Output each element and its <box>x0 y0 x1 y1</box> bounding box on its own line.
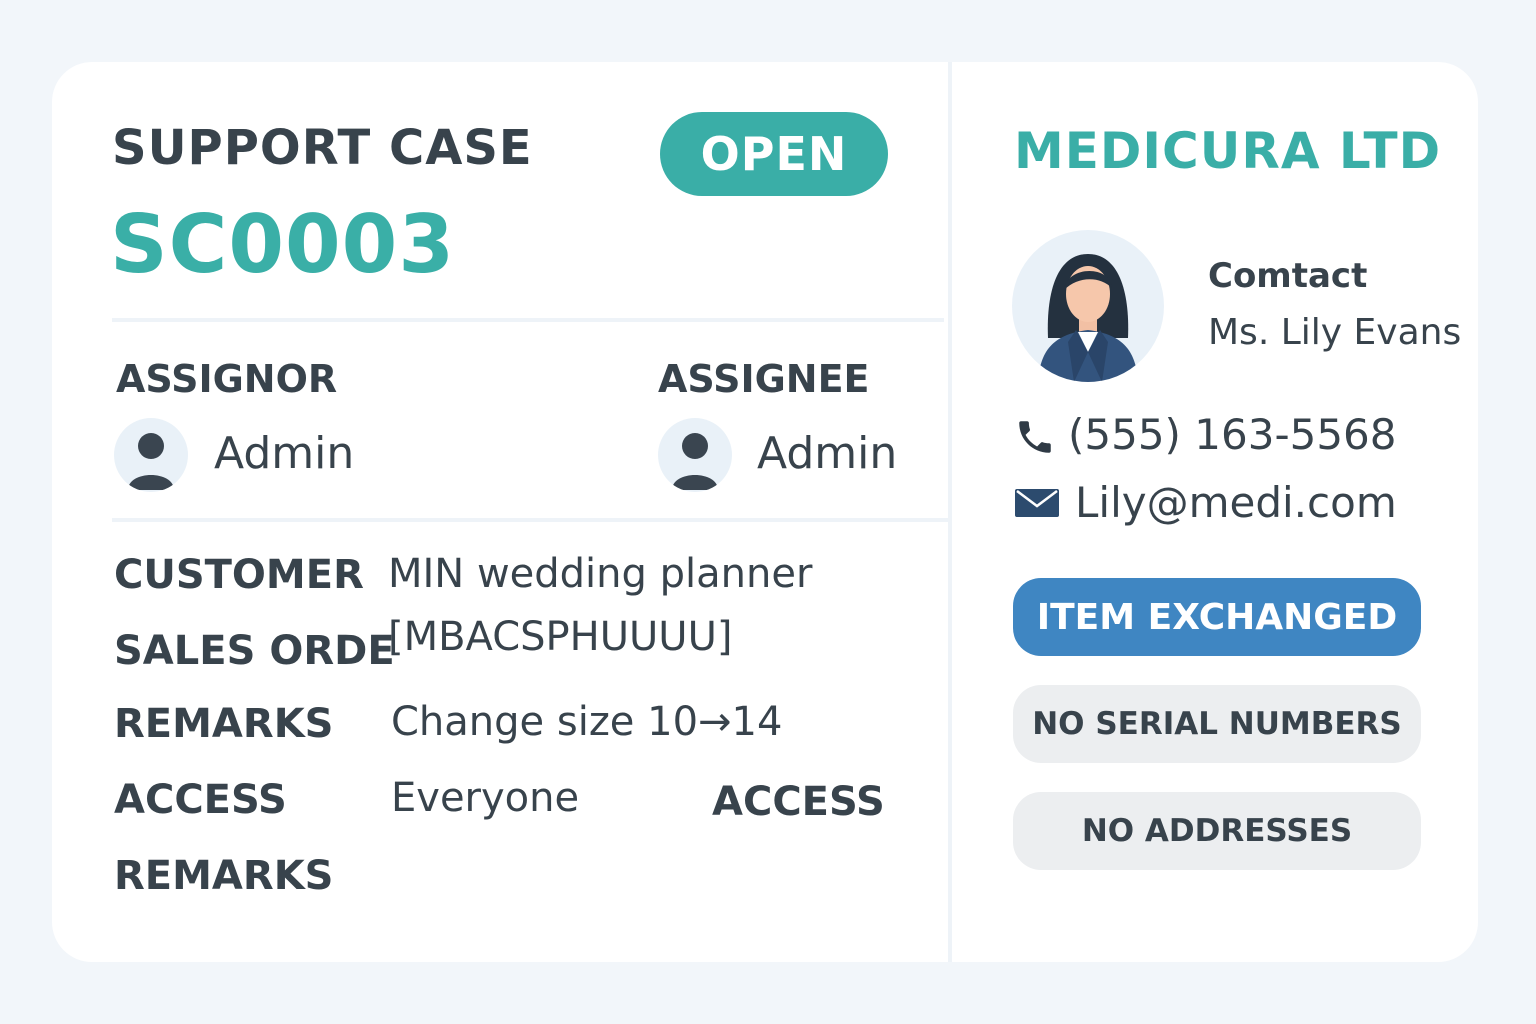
access-value[interactable]: Everyone <box>391 775 579 821</box>
no-addresses-tag[interactable]: NO ADDRESSES <box>1013 792 1421 870</box>
assignee-name[interactable]: Admin <box>757 428 897 479</box>
user-icon <box>128 433 174 490</box>
access-label: ACCESS <box>114 777 287 823</box>
access-label-right: ACCESS <box>712 779 885 825</box>
woman-avatar-icon <box>1038 254 1138 382</box>
remarks-label: REMARKS <box>114 701 334 747</box>
people-divider <box>112 518 948 522</box>
assignor-avatar[interactable] <box>114 418 188 492</box>
contact-email[interactable]: Lily@medi.com <box>1075 478 1397 527</box>
item-exchanged-tag[interactable]: ITEM EXCHANGED <box>1013 578 1421 656</box>
customer-label: CUSTOMER <box>114 552 364 598</box>
assignee-heading: ASSIGNEE <box>658 357 870 401</box>
remarks-label-secondary: REMARKS <box>114 853 334 899</box>
envelope-icon <box>1014 488 1060 518</box>
contact-avatar <box>1012 230 1164 382</box>
case-type-label: SUPPORT CASE <box>112 120 533 176</box>
company-name: MEDICURA LTD <box>1014 122 1442 180</box>
user-icon <box>672 433 718 490</box>
sales-order-label: SALES ORDE <box>114 628 395 674</box>
status-badge[interactable]: OPEN <box>660 112 888 196</box>
contact-label: Comtact <box>1208 256 1368 296</box>
case-id: SC0003 <box>110 198 455 291</box>
header-divider <box>112 318 944 322</box>
contact-name[interactable]: Ms. Lily Evans <box>1208 312 1461 353</box>
phone-icon <box>1014 416 1056 458</box>
assignor-heading: ASSIGNOR <box>116 357 338 401</box>
no-serial-numbers-tag[interactable]: NO SERIAL NUMBERS <box>1013 685 1421 763</box>
assignor-name[interactable]: Admin <box>214 428 354 479</box>
sales-order-value[interactable]: [MBACSPHUUUU] <box>388 614 732 660</box>
assignee-avatar[interactable] <box>658 418 732 492</box>
contact-phone[interactable]: (555) 163-5568 <box>1068 410 1397 459</box>
customer-value[interactable]: MIN wedding planner <box>388 551 812 597</box>
vertical-divider <box>948 62 952 962</box>
remarks-value[interactable]: Change size 10→14 <box>391 699 782 745</box>
